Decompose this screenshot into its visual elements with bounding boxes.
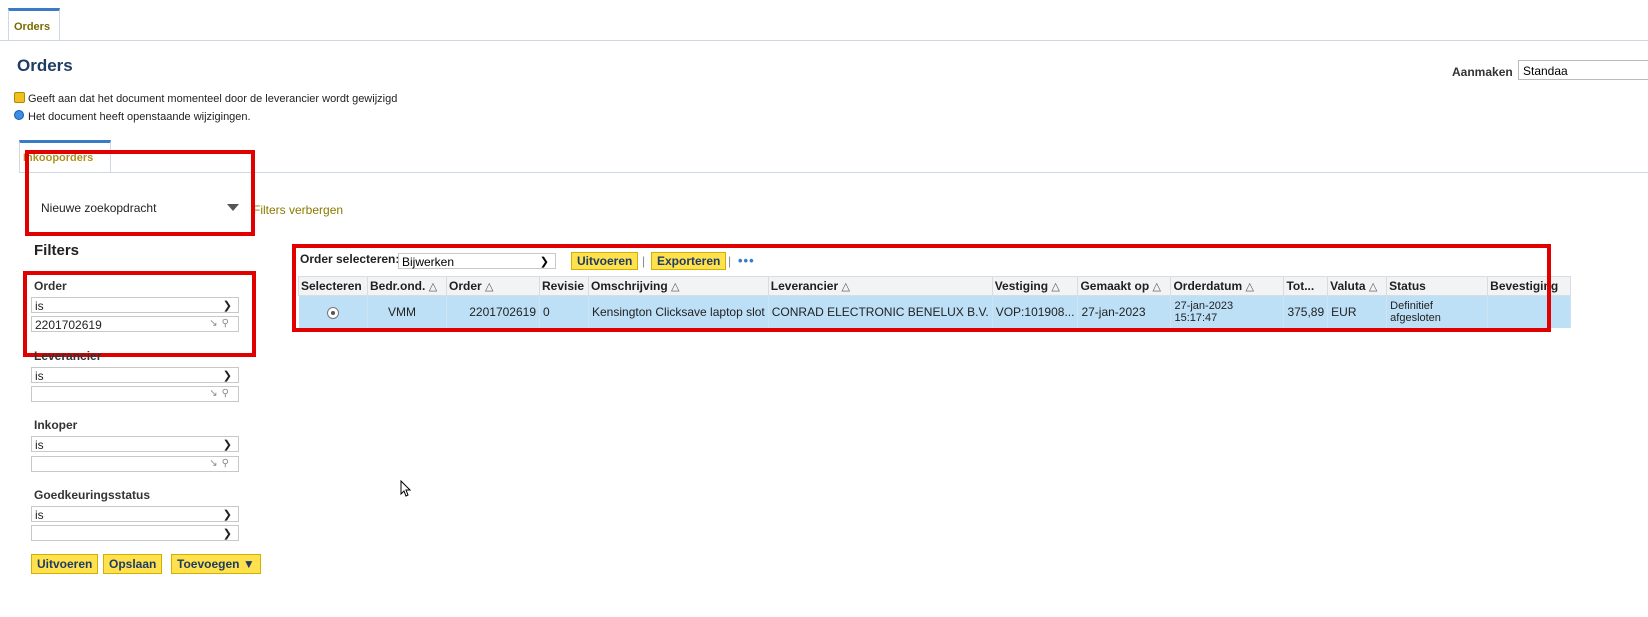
mouse-cursor-icon <box>400 479 412 501</box>
tab-divider <box>0 40 1648 41</box>
legend-pending: Het document heeft openstaande wijziging… <box>14 110 251 123</box>
filter-goedkeuring-operator[interactable]: is ❯ <box>31 506 239 522</box>
filter-goedkeuring-label: Goedkeuringsstatus <box>34 488 151 502</box>
legend-locked: Geeft aan dat het document momenteel doo… <box>14 92 397 105</box>
legend-pending-text: Het document heeft openstaande wijziging… <box>28 111 251 123</box>
aanmaken-select[interactable]: Standaa <box>1518 60 1648 80</box>
filter-goedkeuring-value-select[interactable]: ❯ <box>31 525 239 541</box>
hide-filters-link[interactable]: Filters verbergen <box>253 203 343 217</box>
filters-save-button[interactable]: Opslaan <box>103 554 163 574</box>
legend-locked-text: Geeft aan dat het document momenteel doo… <box>28 93 398 105</box>
chevron-down-icon: ❯ <box>222 370 232 382</box>
search-icon[interactable]: ↘⚲ <box>209 458 233 469</box>
subtab-divider <box>19 172 1648 173</box>
filter-goedkeuring-operator-value: is <box>35 508 44 522</box>
filter-leverancier-operator[interactable]: is ❯ <box>31 367 239 383</box>
chevron-down-icon: ❯ <box>222 439 232 451</box>
filters-add-label: Toevoegen <box>177 557 240 571</box>
tab-orders-label: Orders <box>14 21 51 33</box>
aanmaken-label: Aanmaken <box>1452 65 1513 79</box>
filter-inkoper-input[interactable]: ↘⚲ <box>31 456 239 472</box>
filters-run-button[interactable]: Uitvoeren <box>31 554 99 574</box>
tab-orders[interactable]: Orders <box>8 8 60 40</box>
search-icon[interactable]: ↘⚲ <box>209 388 233 399</box>
filter-leverancier-input[interactable]: ↘⚲ <box>31 386 239 402</box>
lock-icon <box>14 92 25 103</box>
page-title: Orders <box>17 56 73 75</box>
annotation-box-results <box>292 244 1551 332</box>
filter-inkoper-operator-value: is <box>35 438 44 452</box>
filter-leverancier-operator-value: is <box>35 369 44 383</box>
filter-inkoper-operator[interactable]: is ❯ <box>31 436 239 452</box>
chevron-down-icon: ❯ <box>222 509 232 521</box>
annotation-box-search <box>25 150 255 236</box>
filter-inkoper-label: Inkoper <box>34 418 78 432</box>
pending-dot-icon <box>14 110 24 120</box>
annotation-box-order <box>23 271 256 357</box>
filter-leverancier-label: Leverancier <box>34 349 102 363</box>
chevron-down-icon: ❯ <box>222 528 232 540</box>
filters-title: Filters <box>34 242 80 259</box>
filters-add-button[interactable]: Toevoegen ▼ <box>171 554 261 574</box>
caret-down-icon: ▼ <box>242 557 255 571</box>
